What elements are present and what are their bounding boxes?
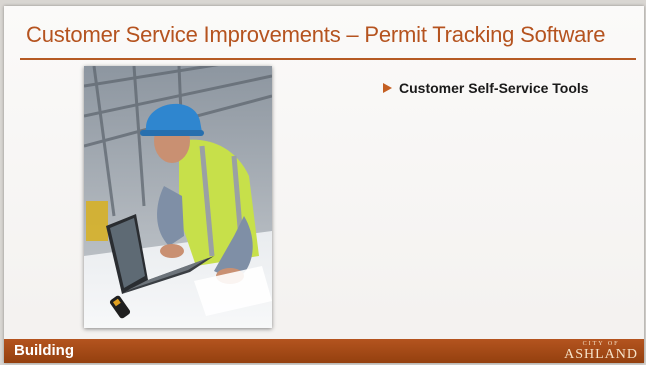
- bullet-text: Customer Self-Service Tools: [399, 80, 589, 96]
- bullet-arrow-icon: [383, 83, 392, 93]
- footer-bar: Building CITY OF ASHLAND: [4, 339, 644, 363]
- city-logo: CITY OF ASHLAND: [564, 340, 638, 362]
- slide-title: Customer Service Improvements – Permit T…: [26, 22, 606, 47]
- logo-main-text: ASHLAND: [564, 347, 638, 362]
- footer-section-label: Building: [14, 342, 74, 359]
- worker-photo: [84, 66, 272, 328]
- bullet-item: Customer Self-Service Tools: [383, 80, 589, 96]
- title-divider: [20, 58, 636, 60]
- slide: Customer Service Improvements – Permit T…: [4, 6, 644, 363]
